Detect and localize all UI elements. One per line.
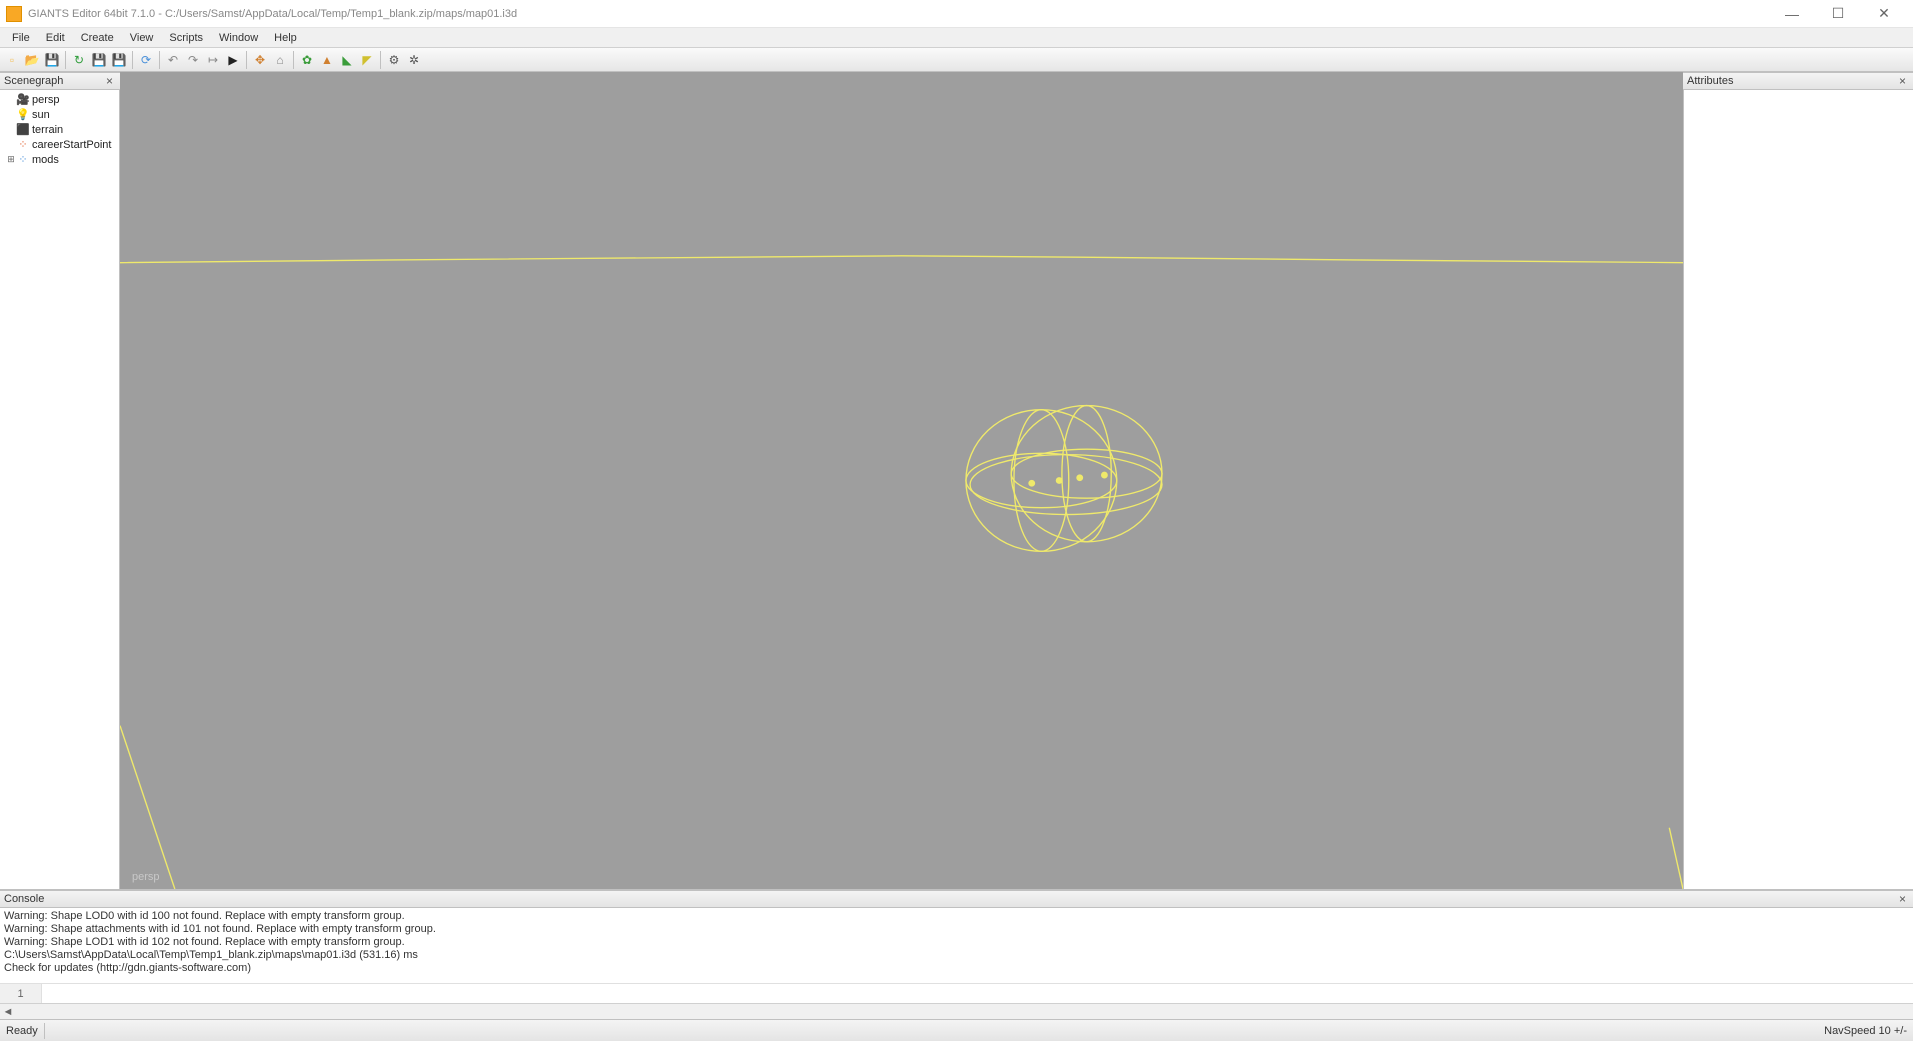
tree-node-icon: ⁘ xyxy=(16,138,30,151)
app-icon xyxy=(6,6,22,22)
center-column: persp xyxy=(120,72,1683,889)
console-header[interactable]: Console × xyxy=(0,890,1913,908)
viewport-overlay xyxy=(120,72,1683,889)
attributes-panel: Attributes × xyxy=(1683,72,1913,889)
menu-scripts[interactable]: Scripts xyxy=(161,30,211,46)
viewport-3d[interactable]: persp xyxy=(120,72,1683,889)
menu-edit[interactable]: Edit xyxy=(38,30,73,46)
foliage-icon[interactable]: ✿ xyxy=(298,51,316,69)
menu-bar: FileEditCreateViewScriptsWindowHelp xyxy=(0,28,1913,48)
console-line: Warning: Shape attachments with id 101 n… xyxy=(4,923,1909,936)
tree-item-label: persp xyxy=(32,94,60,106)
gear-b-icon[interactable]: ✲ xyxy=(405,51,423,69)
tree-item-persp[interactable]: 🎥persp xyxy=(0,92,119,107)
status-left: Ready xyxy=(6,1025,38,1037)
attributes-header[interactable]: Attributes × xyxy=(1683,72,1913,90)
console-title: Console xyxy=(4,893,44,905)
cycle-icon[interactable]: ⟳ xyxy=(137,51,155,69)
brush-b-icon[interactable]: ◣ xyxy=(338,51,356,69)
attributes-close-icon[interactable]: × xyxy=(1896,74,1909,88)
tree-node-icon: 💡 xyxy=(16,108,30,121)
tree-item-label: sun xyxy=(32,109,50,121)
toolbar: ▫📂💾↻💾💾⟳↶↷↦▶✥⌂✿▲◣◤⚙✲ xyxy=(0,48,1913,72)
scenegraph-header[interactable]: Scenegraph × xyxy=(0,72,120,90)
console-line: Check for updates (http://gdn.giants-sof… xyxy=(4,962,1909,975)
main-area: Scenegraph × 🎥persp💡sun⬛terrain⁘careerSt… xyxy=(0,72,1913,889)
console-panel: Console × Warning: Shape LOD0 with id 10… xyxy=(0,889,1913,1019)
tree-item-mods[interactable]: ⊞⁘mods xyxy=(0,152,119,167)
tree-node-icon: ⁘ xyxy=(16,153,30,166)
title-bar: GIANTS Editor 64bit 7.1.0 - C:/Users/Sam… xyxy=(0,0,1913,28)
menu-window[interactable]: Window xyxy=(211,30,266,46)
tree-node-icon: ⬛ xyxy=(16,123,30,136)
console-output[interactable]: Warning: Shape LOD0 with id 100 not foun… xyxy=(0,908,1913,983)
undo-icon[interactable]: ↶ xyxy=(164,51,182,69)
console-line: C:\Users\Samst\AppData\Local\Temp\Temp1_… xyxy=(4,949,1909,962)
brush-a-icon[interactable]: ▲ xyxy=(318,51,336,69)
console-close-icon[interactable]: × xyxy=(1896,892,1909,906)
close-button[interactable]: ✕ xyxy=(1861,0,1907,28)
new-file-icon[interactable]: ▫ xyxy=(3,51,21,69)
status-bar: Ready NavSpeed 10 +/- xyxy=(0,1019,1913,1041)
scenegraph-panel: Scenegraph × 🎥persp💡sun⬛terrain⁘careerSt… xyxy=(0,72,120,889)
tree-item-label: terrain xyxy=(32,124,63,136)
menu-help[interactable]: Help xyxy=(266,30,305,46)
brush-c-icon[interactable]: ◤ xyxy=(358,51,376,69)
save-file-icon[interactable]: 💾 xyxy=(43,51,61,69)
tree-item-label: mods xyxy=(32,154,59,166)
save-alt-icon[interactable]: 💾 xyxy=(90,51,108,69)
tree-item-label: careerStartPoint xyxy=(32,139,111,151)
reload-icon[interactable]: ↻ xyxy=(70,51,88,69)
save-all-icon[interactable]: 💾 xyxy=(110,51,128,69)
tree-expander-icon[interactable]: ⊞ xyxy=(6,154,16,165)
tree-item-terrain[interactable]: ⬛terrain xyxy=(0,122,119,137)
play-icon[interactable]: ▶ xyxy=(224,51,242,69)
console-line: Warning: Shape LOD0 with id 100 not foun… xyxy=(4,910,1909,923)
menu-file[interactable]: File xyxy=(4,30,38,46)
console-hscroll[interactable]: ◄ xyxy=(0,1003,1913,1019)
console-input-row: 1 xyxy=(0,983,1913,1003)
console-input[interactable] xyxy=(42,984,1913,1003)
viewport-camera-label: persp xyxy=(132,871,160,883)
attributes-body[interactable] xyxy=(1683,90,1913,889)
tree-item-sun[interactable]: 💡sun xyxy=(0,107,119,122)
menu-view[interactable]: View xyxy=(122,30,162,46)
console-line-number: 1 xyxy=(0,984,42,1003)
status-right: NavSpeed 10 +/- xyxy=(1824,1025,1907,1037)
console-line: Warning: Shape LOD1 with id 102 not foun… xyxy=(4,936,1909,949)
scenegraph-close-icon[interactable]: × xyxy=(103,74,116,88)
home-icon[interactable]: ⌂ xyxy=(271,51,289,69)
tree-node-icon: 🎥 xyxy=(16,93,30,106)
open-file-icon[interactable]: 📂 xyxy=(23,51,41,69)
scroll-left-icon[interactable]: ◄ xyxy=(0,1006,16,1018)
gear-a-icon[interactable]: ⚙ xyxy=(385,51,403,69)
attributes-title: Attributes xyxy=(1687,75,1733,87)
scenegraph-title: Scenegraph xyxy=(4,75,63,87)
scenegraph-body[interactable]: 🎥persp💡sun⬛terrain⁘careerStartPoint⊞⁘mod… xyxy=(0,90,120,889)
tree-item-careerStartPoint[interactable]: ⁘careerStartPoint xyxy=(0,137,119,152)
menu-create[interactable]: Create xyxy=(73,30,122,46)
scene-tree: 🎥persp💡sun⬛terrain⁘careerStartPoint⊞⁘mod… xyxy=(0,90,119,169)
maximize-button[interactable]: ☐ xyxy=(1815,0,1861,28)
step-icon[interactable]: ↦ xyxy=(204,51,222,69)
window-title: GIANTS Editor 64bit 7.1.0 - C:/Users/Sam… xyxy=(28,8,1769,20)
move-tool-icon[interactable]: ✥ xyxy=(251,51,269,69)
redo-icon[interactable]: ↷ xyxy=(184,51,202,69)
minimize-button[interactable]: — xyxy=(1769,0,1815,28)
